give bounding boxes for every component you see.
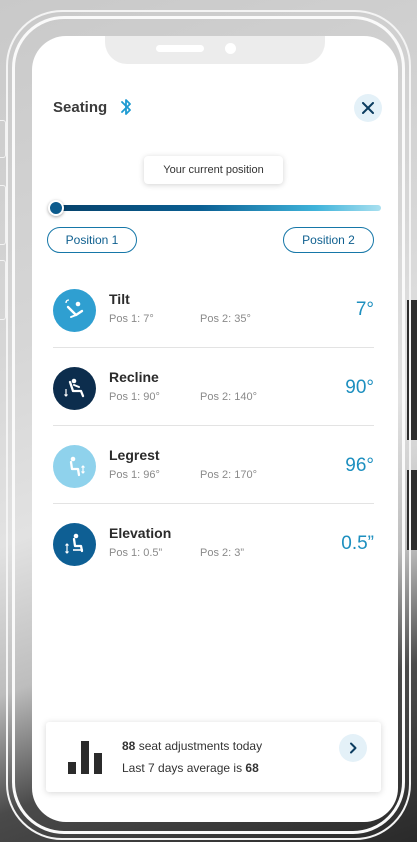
current-value: 90° [345, 377, 374, 398]
elevation-icon [53, 523, 96, 566]
setting-row-elevation[interactable]: Elevation Pos 1: 0.5” Pos 2: 3” 0.5” [53, 523, 374, 601]
position-1-value: Pos 1: 90° [109, 391, 160, 403]
average-label: Last 7 days average is [122, 761, 246, 775]
position-1-value: Pos 1: 0.5” [109, 547, 163, 559]
position-2-value: Pos 2: 35° [200, 313, 251, 325]
current-value: 96° [345, 455, 374, 476]
average-value: 68 [245, 761, 259, 775]
adjustments-summary-card[interactable]: 88 seat adjustments today Last 7 days av… [46, 722, 381, 792]
tilt-chair-icon [64, 298, 83, 318]
bluetooth-icon [121, 99, 131, 115]
setting-name: Tilt [109, 291, 130, 307]
close-button[interactable] [354, 94, 382, 122]
legrest-icon [53, 445, 96, 488]
setting-name: Legrest [109, 447, 160, 463]
speaker [156, 45, 204, 52]
divider [53, 503, 374, 504]
recline-chair-icon [63, 378, 84, 397]
position-1-button[interactable]: Position 1 [47, 227, 137, 253]
divider [53, 347, 374, 348]
setting-row-legrest[interactable]: Legrest Pos 1: 96° Pos 2: 170° 96° [53, 445, 374, 523]
position-2-value: Pos 2: 170° [200, 469, 257, 481]
adjustments-today-text: 88 seat adjustments today [122, 739, 262, 753]
setting-row-tilt[interactable]: Tilt Pos 1: 7° Pos 2: 35° 7° [53, 289, 374, 367]
camera [225, 43, 236, 54]
setting-row-recline[interactable]: Recline Pos 1: 90° Pos 2: 140° 90° [53, 367, 374, 445]
phone-notch [105, 36, 325, 64]
position-2-value: Pos 2: 140° [200, 391, 257, 403]
elevation-chair-icon [64, 533, 83, 554]
legrest-chair-icon [69, 456, 85, 476]
position-2-button[interactable]: Position 2 [283, 227, 374, 253]
adjustments-label: seat adjustments today [135, 739, 263, 753]
header: Seating [53, 94, 382, 122]
divider [53, 425, 374, 426]
position-1-value: Pos 1: 7° [109, 313, 154, 325]
current-position-tooltip: Your current position [144, 156, 283, 184]
weekly-average-text: Last 7 days average is 68 [122, 761, 259, 775]
setting-name: Recline [109, 369, 159, 385]
close-icon [362, 102, 374, 114]
bar-chart-icon [68, 741, 102, 774]
adjustments-count: 88 [122, 739, 136, 753]
current-value: 7° [355, 299, 374, 320]
current-value: 0.5” [341, 533, 374, 554]
tilt-icon [53, 289, 96, 332]
page-title: Seating [53, 99, 108, 116]
setting-name: Elevation [109, 525, 172, 541]
position-2-value: Pos 2: 3” [200, 547, 245, 559]
position-slider-track[interactable] [53, 205, 381, 211]
position-1-value: Pos 1: 96° [109, 469, 160, 481]
chevron-right-icon [350, 742, 357, 754]
summary-details-button[interactable] [339, 734, 367, 762]
position-slider-thumb[interactable] [48, 200, 64, 216]
recline-icon [53, 367, 96, 410]
